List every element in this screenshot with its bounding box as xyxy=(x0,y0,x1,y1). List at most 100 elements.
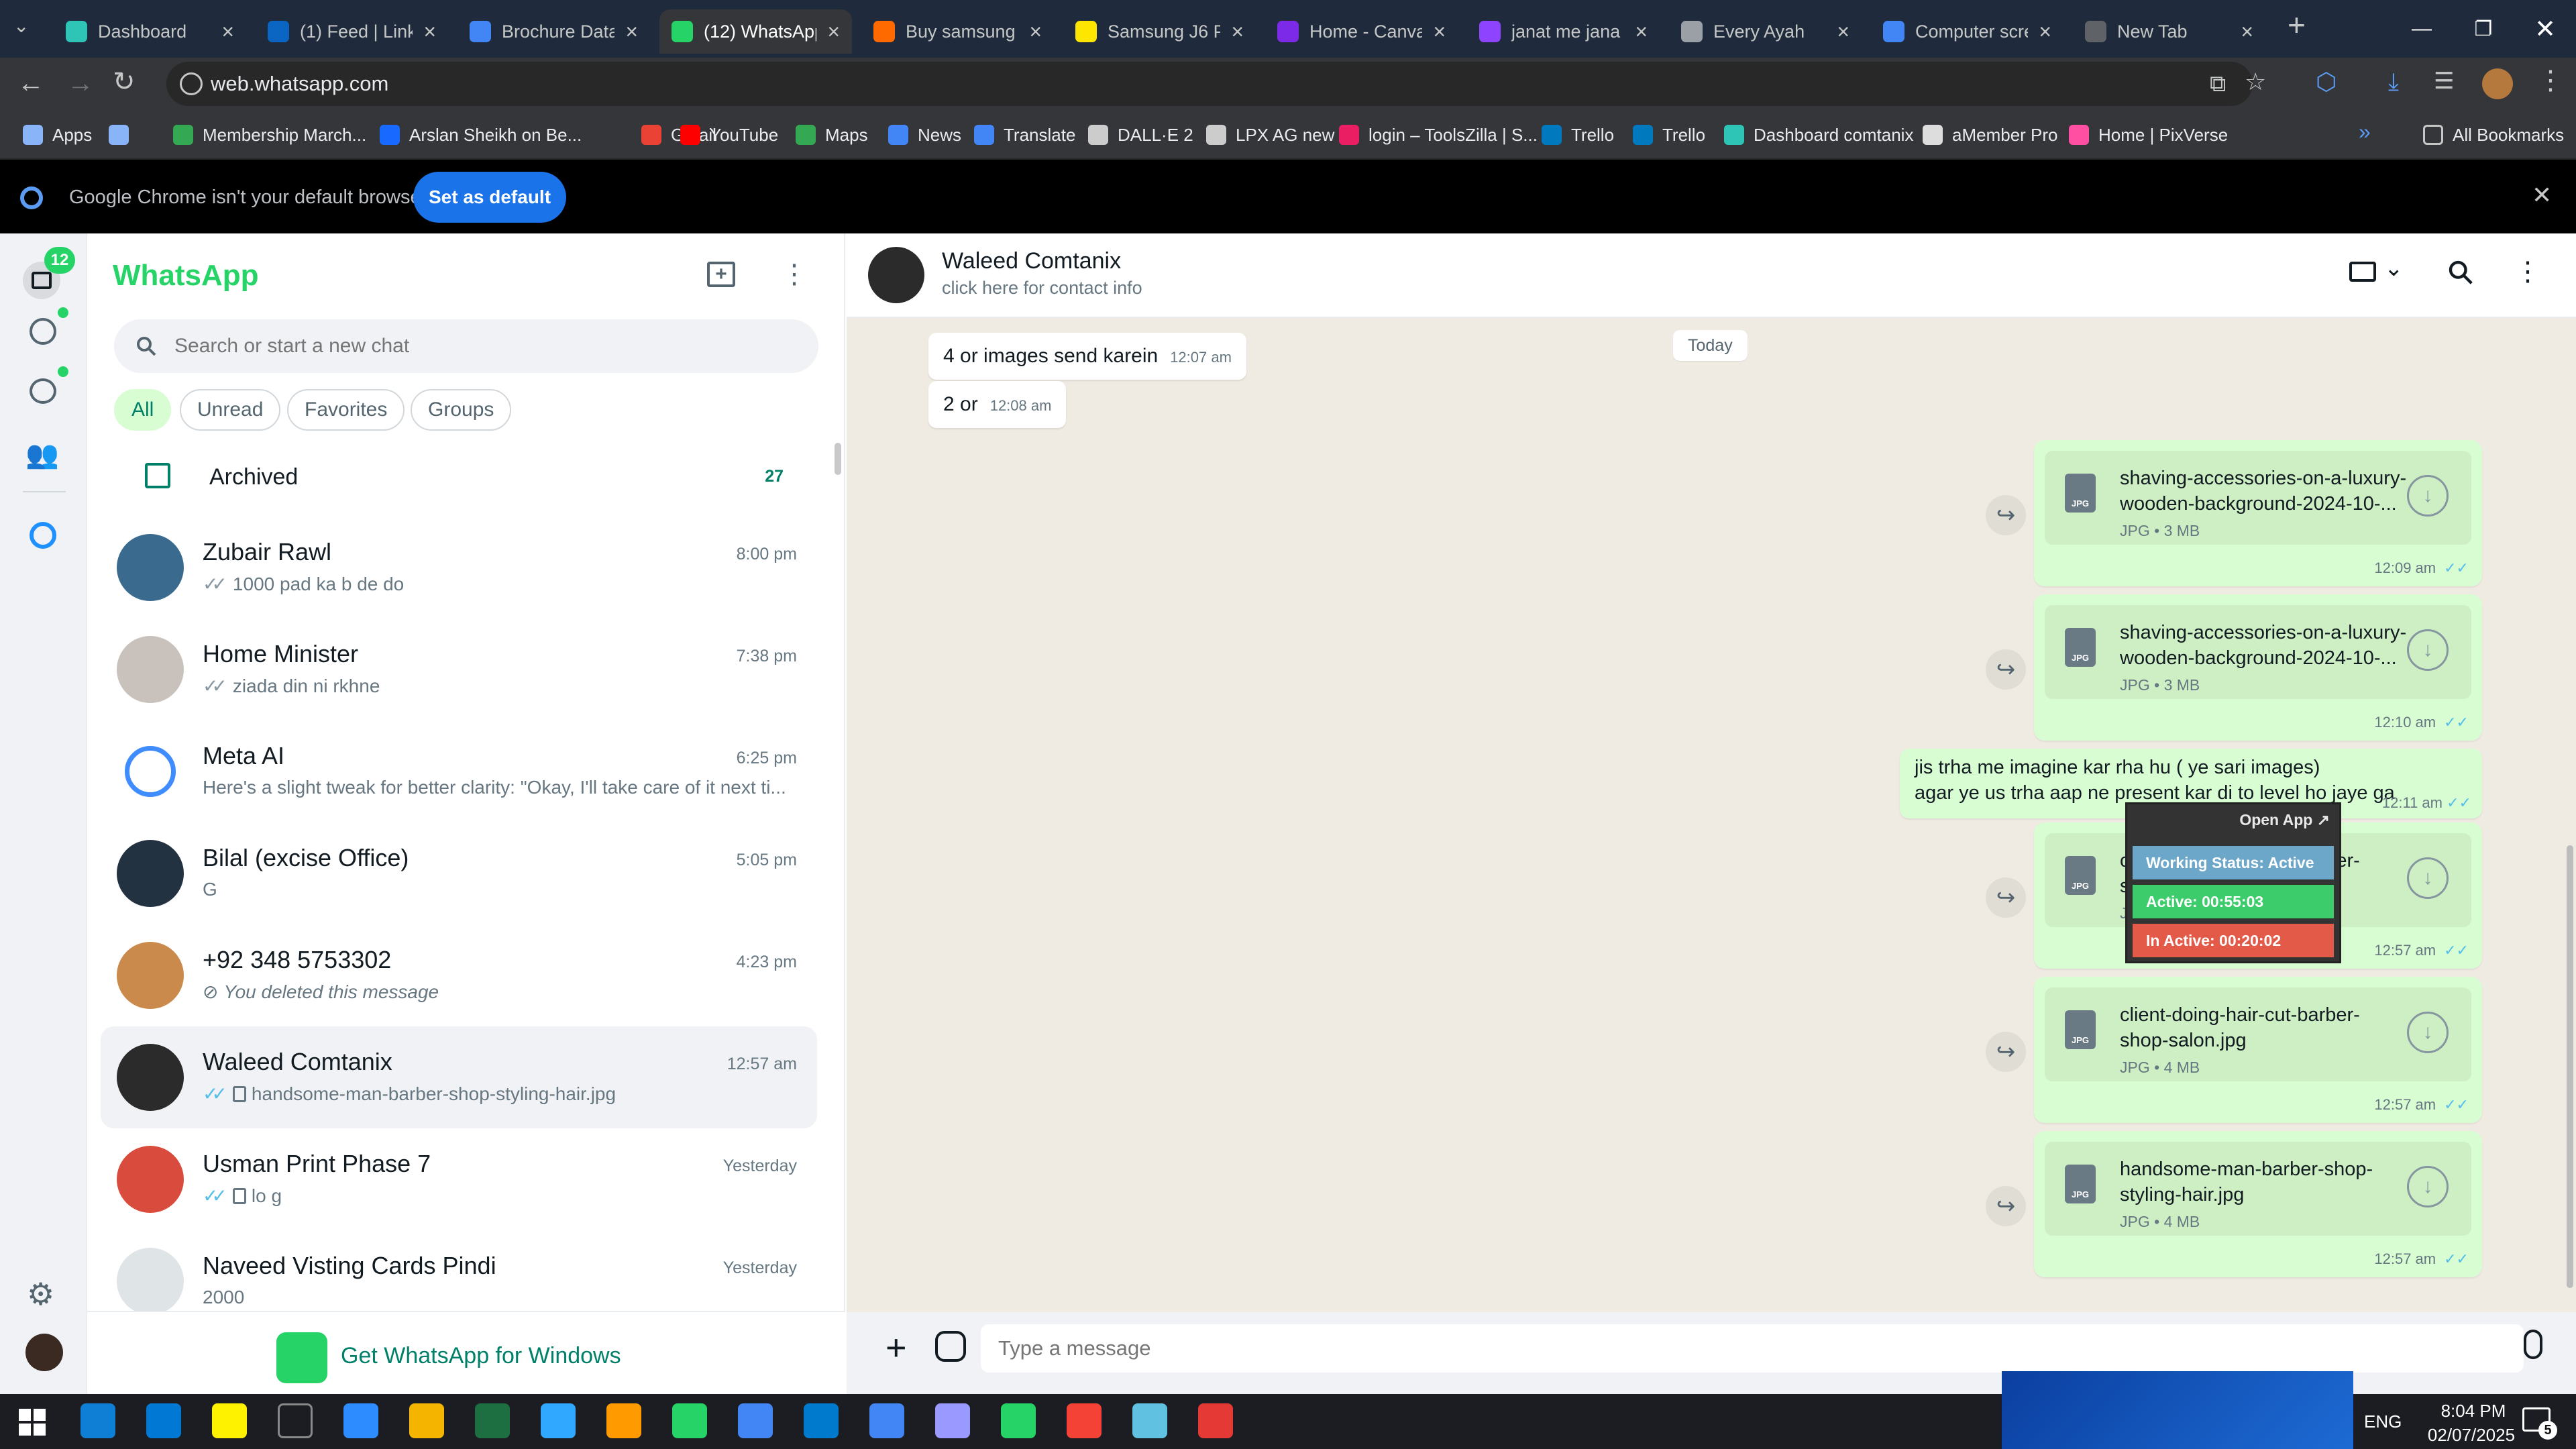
bookmark-item[interactable]: LPX AG new xyxy=(1206,121,1334,149)
more-bookmarks-icon[interactable]: » xyxy=(2359,119,2371,144)
taskbar-app-icon[interactable] xyxy=(343,1403,378,1438)
file-message[interactable]: JPG shaving-accessories-on-a-luxury-woode… xyxy=(2034,440,2482,586)
chat-row[interactable]: Home Minister 7:38 pm ✓✓ ziada din ni rkhne xyxy=(101,619,817,720)
install-app-icon[interactable]: ⧉ xyxy=(2210,71,2226,97)
bookmark-item[interactable]: Maps xyxy=(796,121,868,149)
clock-time[interactable]: 8:04 PM xyxy=(2430,1401,2517,1421)
browser-tab[interactable]: janat me jana ra × xyxy=(1467,9,1660,54)
restore-button[interactable]: ❐ xyxy=(2453,0,2514,58)
clock-date[interactable]: 02/07/2025 xyxy=(2411,1425,2532,1446)
set-as-default-button[interactable]: Set as default xyxy=(413,172,566,223)
chevron-down-icon[interactable]: ⌄ xyxy=(2384,255,2404,282)
browser-tab[interactable]: Brochure Data × xyxy=(458,9,650,54)
profile-photo[interactable] xyxy=(25,1334,63,1371)
chat-row[interactable]: +92 348 5753302 4:23 pm ⊘ You deleted this … xyxy=(101,924,817,1026)
settings-icon[interactable]: ⚙ xyxy=(27,1276,54,1312)
bookmark-item[interactable]: Home | PixVerse xyxy=(2069,121,2228,149)
new-chat-icon[interactable]: + xyxy=(707,262,735,287)
forward-icon[interactable]: → xyxy=(67,70,94,97)
language-indicator[interactable]: ENG xyxy=(2364,1411,2402,1432)
filter-chip-unread[interactable]: Unread xyxy=(180,389,281,431)
microphone-icon[interactable] xyxy=(2524,1330,2542,1359)
chat-row[interactable]: Waleed Comtanix 12:57 am ✓✓ handsome-man-ba… xyxy=(101,1026,817,1128)
close-infobar-icon[interactable]: ✕ xyxy=(2532,181,2552,209)
taskbar-app-icon[interactable] xyxy=(541,1403,576,1438)
browser-tab[interactable]: Dashboard × xyxy=(54,9,246,54)
search-icon[interactable] xyxy=(2447,259,2474,286)
filter-chip-groups[interactable]: Groups xyxy=(411,389,512,431)
incoming-message[interactable]: 4 or images send karein 12:07 am xyxy=(928,333,1246,380)
list-scrollbar[interactable] xyxy=(835,443,841,475)
conversation-menu-icon[interactable]: ⋮ xyxy=(2514,256,2541,287)
download-icon[interactable]: ↓ xyxy=(2407,1012,2449,1053)
download-icon[interactable]: ↓ xyxy=(2407,857,2449,899)
message-input[interactable] xyxy=(981,1324,2524,1373)
browser-tab[interactable]: Buy samsung j6 × xyxy=(861,9,1054,54)
bookmark-item[interactable]: Trello xyxy=(1633,121,1705,149)
forward-icon[interactable]: ↪ xyxy=(1986,649,2026,690)
media-control-icon[interactable]: ☰ xyxy=(2434,70,2454,93)
reload-icon[interactable]: ↻ xyxy=(113,68,136,95)
bookmark-star-icon[interactable]: ☆ xyxy=(2245,70,2266,94)
downloads-icon[interactable]: ⤓ xyxy=(2388,70,2399,94)
download-icon[interactable]: ↓ xyxy=(2407,629,2449,671)
address-bar[interactable]: web.whatsapp.com ⧉ xyxy=(166,62,2253,106)
browser-tab[interactable]: Samsung J6 Plus × xyxy=(1063,9,1256,54)
sticker-icon[interactable] xyxy=(935,1331,966,1362)
all-bookmarks-button[interactable]: All Bookmarks xyxy=(2423,121,2564,149)
taskbar-app-icon[interactable] xyxy=(606,1403,641,1438)
taskbar-app-icon[interactable] xyxy=(146,1403,181,1438)
bookmark-item[interactable]: YouTube xyxy=(680,121,778,149)
get-windows-banner[interactable]: Get WhatsApp for Windows xyxy=(87,1311,845,1394)
filter-chip-favorites[interactable]: Favorites xyxy=(287,389,405,431)
taskbar-app-icon[interactable] xyxy=(409,1403,444,1438)
tab-close-icon[interactable]: × xyxy=(1433,21,1446,42)
bookmark-item[interactable]: aMember Pro xyxy=(1923,121,2058,149)
tab-close-icon[interactable]: × xyxy=(2039,21,2051,42)
taskbar-app-icon[interactable] xyxy=(278,1403,313,1438)
conversation-scrollbar[interactable] xyxy=(2567,845,2573,1288)
chat-row[interactable]: Meta AI 6:25 pm Here's a slight tweak for … xyxy=(101,720,817,822)
taskbar-app-icon[interactable] xyxy=(672,1403,707,1438)
tab-close-icon[interactable]: × xyxy=(827,21,840,42)
bookmark-item[interactable]: login – ToolsZilla | S... xyxy=(1339,121,1538,149)
taskbar-app-icon[interactable] xyxy=(475,1403,510,1438)
bookmark-item[interactable]: Trello xyxy=(1542,121,1614,149)
start-icon[interactable] xyxy=(19,1409,46,1436)
communities-icon[interactable]: 👥 xyxy=(25,439,59,470)
back-icon[interactable]: ← xyxy=(17,70,44,97)
contact-avatar[interactable] xyxy=(868,247,924,303)
forward-icon[interactable]: ↪ xyxy=(1986,1186,2026,1226)
forward-icon[interactable]: ↪ xyxy=(1986,495,2026,535)
browser-tab[interactable]: (12) WhatsApp × xyxy=(659,9,852,54)
search-box[interactable] xyxy=(114,319,818,373)
tab-close-icon[interactable]: × xyxy=(1635,21,1648,42)
tab-close-icon[interactable]: × xyxy=(1837,21,1849,42)
file-message[interactable]: JPG handsome-man-barber-shop-styling-hair… xyxy=(2034,1131,2482,1277)
chat-row[interactable]: Usman Print Phase 7 Yesterday ✓✓ lo g xyxy=(101,1128,817,1230)
tab-search-button[interactable]: ⌄ xyxy=(13,15,29,37)
browser-tab[interactable]: (1) Feed | LinkedIn × xyxy=(256,9,448,54)
browser-tab[interactable]: Home - Canva × xyxy=(1265,9,1458,54)
file-message[interactable]: JPG shaving-accessories-on-a-luxury-woode… xyxy=(2034,594,2482,741)
bookmark-item[interactable]: Translate xyxy=(974,121,1075,149)
tab-close-icon[interactable]: × xyxy=(625,21,638,42)
chat-row[interactable]: Zubair Rawl 8:00 pm ✓✓ 1000 pad ka b de do xyxy=(101,517,817,619)
taskbar-app-icon[interactable] xyxy=(738,1403,773,1438)
taskbar-app-icon[interactable] xyxy=(1067,1403,1102,1438)
bookmark-item[interactable]: Dashboard comtanix xyxy=(1724,121,1913,149)
chrome-menu-icon[interactable]: ⋮ xyxy=(2537,67,2564,94)
attach-icon[interactable]: + xyxy=(885,1327,907,1368)
meta-ai-icon[interactable] xyxy=(30,522,56,549)
search-input[interactable] xyxy=(174,329,778,364)
menu-icon[interactable]: ⋮ xyxy=(781,259,808,290)
minimize-button[interactable]: — xyxy=(2391,0,2453,58)
conversation-header[interactable]: Waleed Comtanix click here for contact i… xyxy=(847,233,2576,318)
download-icon[interactable]: ↓ xyxy=(2407,475,2449,517)
incoming-message[interactable]: 2 or 12:08 am xyxy=(928,381,1067,428)
archived-row[interactable]: Archived 27 xyxy=(101,448,817,507)
status-tracker-widget[interactable]: Open App ↗ Working Status: Active Active… xyxy=(2125,802,2341,963)
tab-close-icon[interactable]: × xyxy=(1029,21,1042,42)
bookmark-item[interactable]: Arslan Sheikh on Be... xyxy=(380,121,582,149)
extensions-icon[interactable]: ⬡ xyxy=(2316,70,2337,94)
